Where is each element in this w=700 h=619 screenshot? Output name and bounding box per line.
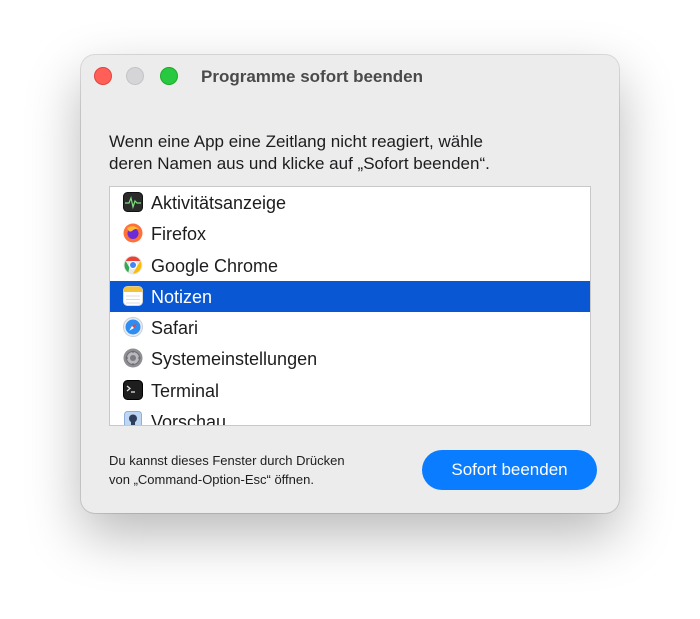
- minimize-window-button[interactable]: [126, 67, 144, 85]
- terminal-icon: [123, 380, 143, 400]
- force-quit-button[interactable]: Sofort beenden: [422, 450, 597, 490]
- app-label: Firefox: [151, 224, 207, 244]
- chrome-icon: [123, 255, 143, 275]
- window-title: Programme sofort beenden: [201, 67, 423, 86]
- instructions-line-2: deren Namen aus und klicke auf „Sofort b…: [109, 154, 490, 173]
- app-list[interactable]: Aktivitätsanzeige Firefox Google Chrome: [109, 186, 591, 426]
- app-label: Notizen: [151, 287, 213, 307]
- shortcut-hint-line-1: Du kannst dieses Fenster durch Drücken: [109, 453, 345, 468]
- shortcut-hint: Du kannst dieses Fenster durch Drücken v…: [109, 451, 345, 489]
- system-settings-icon: [123, 348, 143, 368]
- list-item-firefox[interactable]: Firefox: [110, 218, 590, 249]
- notes-icon: [123, 286, 143, 306]
- app-label: Safari: [151, 318, 199, 338]
- list-item-notizen[interactable]: Notizen: [110, 281, 590, 312]
- list-item-terminal[interactable]: Terminal: [110, 375, 590, 406]
- list-item-vorschau[interactable]: Vorschau: [110, 406, 590, 426]
- instructions-text: Wenn eine App eine Zeitlang nicht reagie…: [109, 131, 599, 175]
- app-label: Terminal: [151, 381, 220, 401]
- app-label: Vorschau: [151, 412, 227, 426]
- activity-monitor-icon: [123, 192, 143, 212]
- close-window-button[interactable]: [94, 67, 112, 85]
- instructions-line-1: Wenn eine App eine Zeitlang nicht reagie…: [109, 132, 483, 151]
- app-label: Google Chrome: [151, 256, 279, 276]
- list-item-systemeinstellungen[interactable]: Systemeinstellungen: [110, 343, 590, 374]
- preview-icon: [124, 411, 142, 425]
- app-label: Aktivitätsanzeige: [151, 193, 287, 213]
- firefox-icon: [123, 223, 143, 243]
- list-item-safari[interactable]: Safari: [110, 312, 590, 343]
- force-quit-window: Programme sofort beenden Wenn eine App e…: [81, 55, 619, 513]
- list-item-aktivitaetsanzeige[interactable]: Aktivitätsanzeige: [110, 187, 590, 218]
- list-item-google-chrome[interactable]: Google Chrome: [110, 250, 590, 281]
- shortcut-hint-line-2: von „Command-Option-Esc“ öffnen.: [109, 472, 314, 487]
- app-label: Systemeinstellungen: [151, 349, 318, 369]
- safari-icon: [123, 317, 143, 337]
- zoom-window-button[interactable]: [160, 67, 178, 85]
